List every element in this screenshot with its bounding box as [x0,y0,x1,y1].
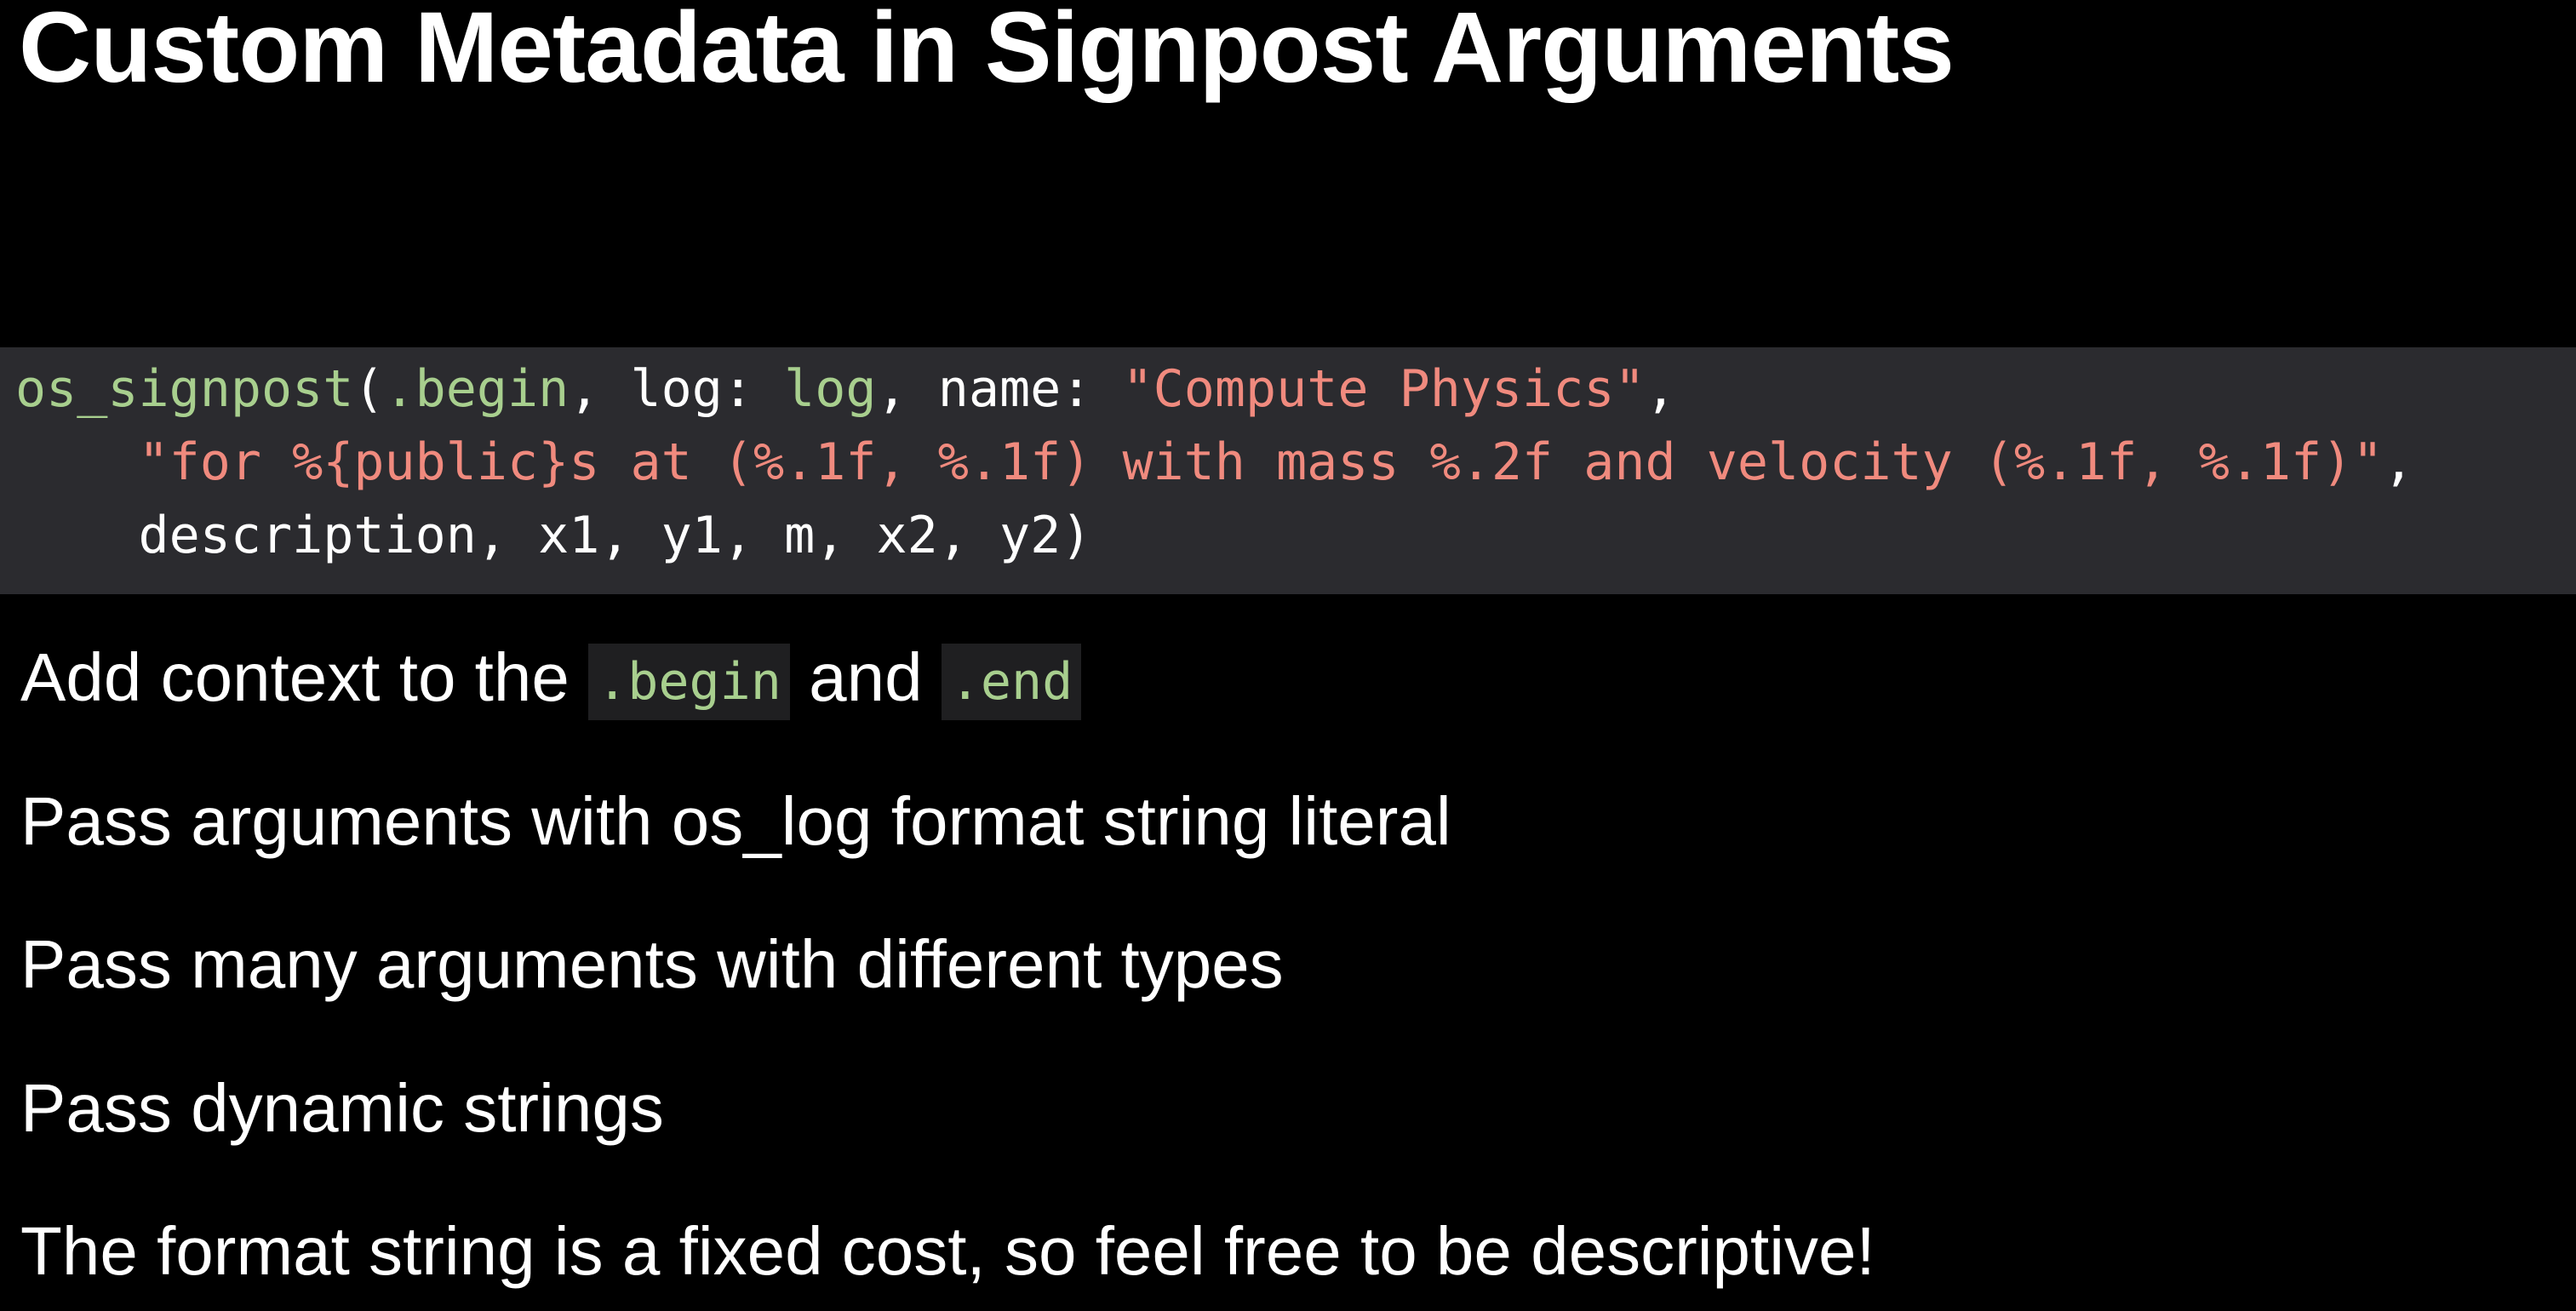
inline-code-end: .end [941,644,1082,720]
bullet-add-context: Add context to the .begin and .end [20,635,1082,722]
code-format-string: "for %{public}s at (%.1f, %.1f) with mas… [138,432,2384,492]
code-name-label: , name: [876,359,1123,419]
code-log-value: log [784,359,877,419]
bullet-pass-arguments: Pass arguments with os_log format string… [20,783,1451,859]
slide-title: Custom Metadata in Signpost Arguments [19,0,1955,104]
code-arguments: description, x1, y1, m, x2, y2) [138,506,1092,565]
code-comma: , [2383,432,2414,492]
inline-code-begin: .begin [588,644,790,720]
code-block: os_signpost(.begin, log: log, name: "Com… [0,347,2576,594]
bullet-text: Add context to the [20,639,589,715]
bullet-fixed-cost: The format string is a fixed cost, so fe… [20,1213,1875,1289]
bullet-text: and [789,639,942,715]
code-line-2: "for %{public}s at (%.1f, %.1f) with mas… [15,426,2414,499]
bullet-pass-dynamic-strings: Pass dynamic strings [20,1070,664,1146]
code-line-1: os_signpost(.begin, log: log, name: "Com… [15,352,1676,426]
code-comma: , [1645,359,1676,419]
code-begin-keyword: .begin [384,359,570,419]
code-name-string: "Compute Physics" [1122,359,1646,419]
code-paren: ( [353,359,385,419]
code-line-3: description, x1, y1, m, x2, y2) [15,499,1092,572]
code-function-name: os_signpost [15,359,354,419]
bullet-pass-many-arguments: Pass many arguments with different types [20,926,1284,1002]
code-log-label: , log: [569,359,785,419]
